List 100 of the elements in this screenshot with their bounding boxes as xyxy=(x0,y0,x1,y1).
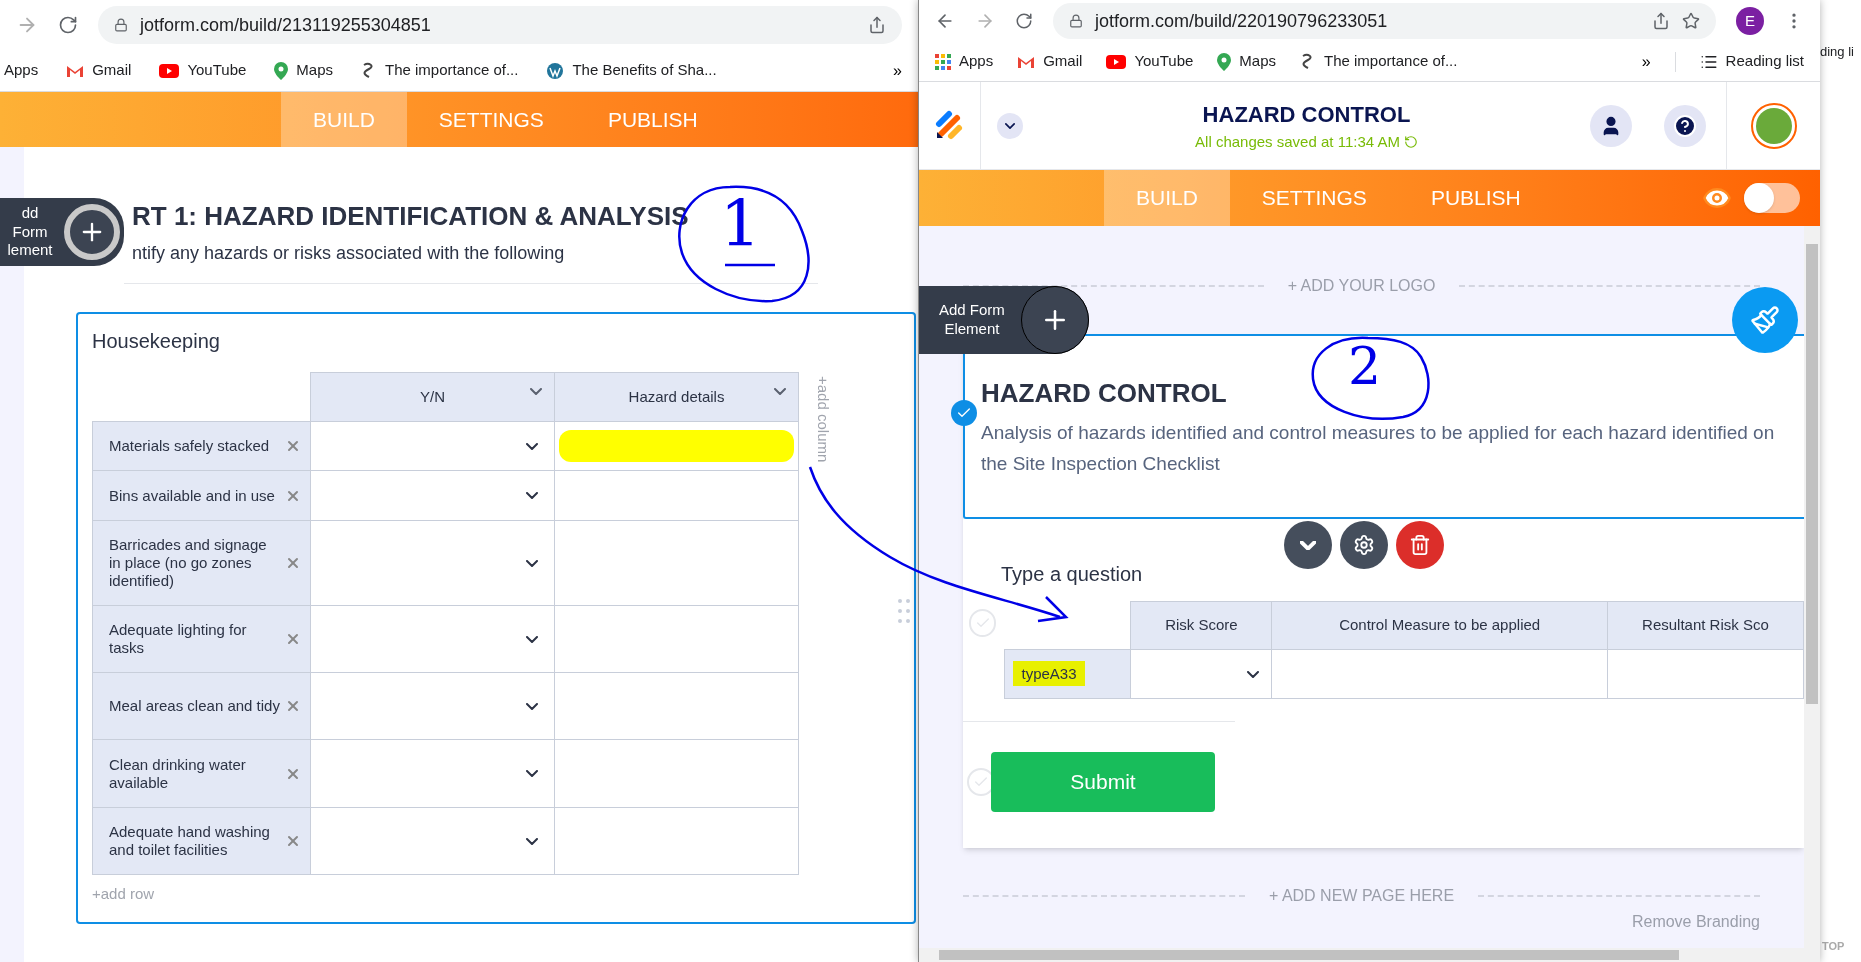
settings-icon xyxy=(1352,534,1375,556)
bookmark-link[interactable]: The importance of... xyxy=(361,59,519,82)
more-bookmarks[interactable]: » xyxy=(1641,49,1651,74)
section-description: ntify any hazards or risks associated with the following xyxy=(132,242,566,265)
row-label: Meal areas clean and tidy xyxy=(92,672,311,740)
dropdown-cell[interactable] xyxy=(310,739,555,808)
chevron-down-icon xyxy=(1005,122,1015,129)
play-icon xyxy=(1106,54,1127,69)
dropdown-cell[interactable] xyxy=(310,605,555,673)
remove-icon[interactable] xyxy=(285,555,301,571)
bookmark-link[interactable]: Apps xyxy=(4,59,39,82)
address-bar[interactable]: jotform.com/build/220190796233051 xyxy=(1053,3,1716,39)
dropdown-cell[interactable] xyxy=(310,470,555,521)
vertical-scrollbar[interactable] xyxy=(1804,226,1820,962)
chevron-down-icon xyxy=(526,442,538,450)
save-status: All changes saved at 11:34 AM xyxy=(1195,130,1418,154)
dropdown-button[interactable] xyxy=(997,112,1023,139)
collapse-button[interactable] xyxy=(1283,521,1332,569)
help-icon xyxy=(1673,113,1697,138)
row-label: Materials safely stacked xyxy=(92,421,311,471)
bookmark-link[interactable]: YouTube xyxy=(1106,50,1194,73)
chevron-down-icon xyxy=(526,770,538,777)
chevron-down-icon xyxy=(526,559,538,567)
share-icon[interactable] xyxy=(868,16,886,34)
apps-grid-icon xyxy=(935,53,951,70)
dropdown-cell[interactable] xyxy=(310,807,555,875)
chevron-down-icon xyxy=(526,837,538,845)
help-button[interactable] xyxy=(1664,104,1706,147)
row-label: Clean drinking water available xyxy=(92,739,311,808)
text-cell[interactable] xyxy=(554,739,799,808)
row-label: typeA33 xyxy=(1005,649,1131,699)
check-icon xyxy=(969,609,997,637)
row-label: Adequate hand washing and toilet facilities xyxy=(92,807,311,875)
annotation-number: 1 xyxy=(720,192,761,256)
text-cell[interactable] xyxy=(554,520,799,606)
reading-list-link[interactable]: Reading list xyxy=(1699,50,1804,73)
chevron-down-icon xyxy=(526,635,538,643)
chevron-down-icon xyxy=(774,388,786,395)
url-text: jotform.com/build/213119255304851 xyxy=(140,13,432,37)
remove-icon[interactable] xyxy=(285,631,301,647)
bookmark-link[interactable]: Apps xyxy=(935,50,994,73)
text-cell[interactable] xyxy=(1271,649,1608,699)
add-form-element-button[interactable]: dd Form lement xyxy=(0,198,124,266)
column-header[interactable]: Y/N xyxy=(310,372,555,422)
refresh-icon xyxy=(1403,135,1418,149)
map-pin-icon xyxy=(1217,52,1232,71)
settings-button[interactable] xyxy=(1339,521,1388,569)
bookmark-link[interactable]: Maps xyxy=(274,59,333,82)
horizontal-scrollbar[interactable] xyxy=(919,948,1804,962)
text-cell[interactable] xyxy=(554,605,799,673)
bookmark-link[interactable]: Gmail xyxy=(66,59,132,82)
delete-button[interactable] xyxy=(1395,521,1444,569)
heading-description: Analysis of hazards identified and control measures to be applied for each hazard identified on the Site Inspection Checklist xyxy=(981,421,1776,476)
column-header[interactable]: Hazard details xyxy=(554,372,799,422)
row-label: Bins available and in use xyxy=(92,470,311,521)
preview-toggle[interactable] xyxy=(1744,183,1800,213)
form-heading: HAZARD CONTROL xyxy=(981,377,1227,410)
column-header[interactable]: Control Measure to be applied xyxy=(1271,601,1608,650)
remove-icon[interactable] xyxy=(285,833,301,849)
reload-icon[interactable] xyxy=(1015,12,1033,30)
logo-icon xyxy=(934,109,965,142)
bookmark-link[interactable]: YouTube xyxy=(159,59,247,82)
drag-handle-icon xyxy=(898,598,910,624)
more-bookmarks[interactable]: » xyxy=(893,58,902,83)
add-form-element-button[interactable]: Add Form Element xyxy=(919,286,1089,354)
form-title: HAZARD CONTROL xyxy=(1202,100,1411,129)
play-icon xyxy=(159,63,180,78)
text-cell[interactable] xyxy=(1607,649,1804,699)
remove-icon[interactable] xyxy=(285,698,301,714)
chevron-down-icon xyxy=(1247,670,1260,678)
question-label: Housekeeping xyxy=(92,329,221,354)
share-icon[interactable] xyxy=(1652,12,1670,30)
address-bar[interactable]: jotform.com/build/213119255304851 xyxy=(98,6,902,44)
dropdown-cell[interactable] xyxy=(310,421,555,471)
reload-icon[interactable] xyxy=(58,15,78,35)
mail-icon xyxy=(1017,54,1036,69)
mail-icon xyxy=(66,63,85,78)
chevron-down-icon xyxy=(530,388,542,395)
column-header[interactable]: Risk Score xyxy=(1130,601,1272,650)
dropdown-cell[interactable] xyxy=(310,672,555,740)
annotation-number: 2 xyxy=(1348,340,1382,392)
bookmark-link[interactable]: The Benefits of Sha... xyxy=(546,59,717,82)
account-button[interactable] xyxy=(1590,104,1632,147)
text-cell[interactable] xyxy=(554,470,799,521)
text-cell[interactable] xyxy=(554,672,799,740)
column-header[interactable]: Resultant Risk Sco xyxy=(1607,601,1804,650)
text-cell[interactable] xyxy=(554,421,799,471)
bookmark-link[interactable]: ding li xyxy=(1820,42,1854,62)
url-text: jotform.com/build/220190796233051 xyxy=(1095,9,1389,33)
question-label: Type a question xyxy=(1001,562,1144,587)
dropdown-cell[interactable] xyxy=(310,520,555,606)
bookmark-link[interactable]: The importance of... xyxy=(1300,50,1458,73)
bookmark-link[interactable]: Maps xyxy=(1217,50,1276,73)
bookmark-link[interactable]: Gmail xyxy=(1017,50,1083,73)
dropdown-cell[interactable] xyxy=(1130,649,1272,699)
chevron-down-icon xyxy=(526,702,538,710)
text-cell[interactable] xyxy=(554,807,799,875)
remove-icon[interactable] xyxy=(285,438,301,454)
profile-avatar[interactable]: E xyxy=(1736,7,1764,35)
star-icon[interactable] xyxy=(1682,12,1700,30)
